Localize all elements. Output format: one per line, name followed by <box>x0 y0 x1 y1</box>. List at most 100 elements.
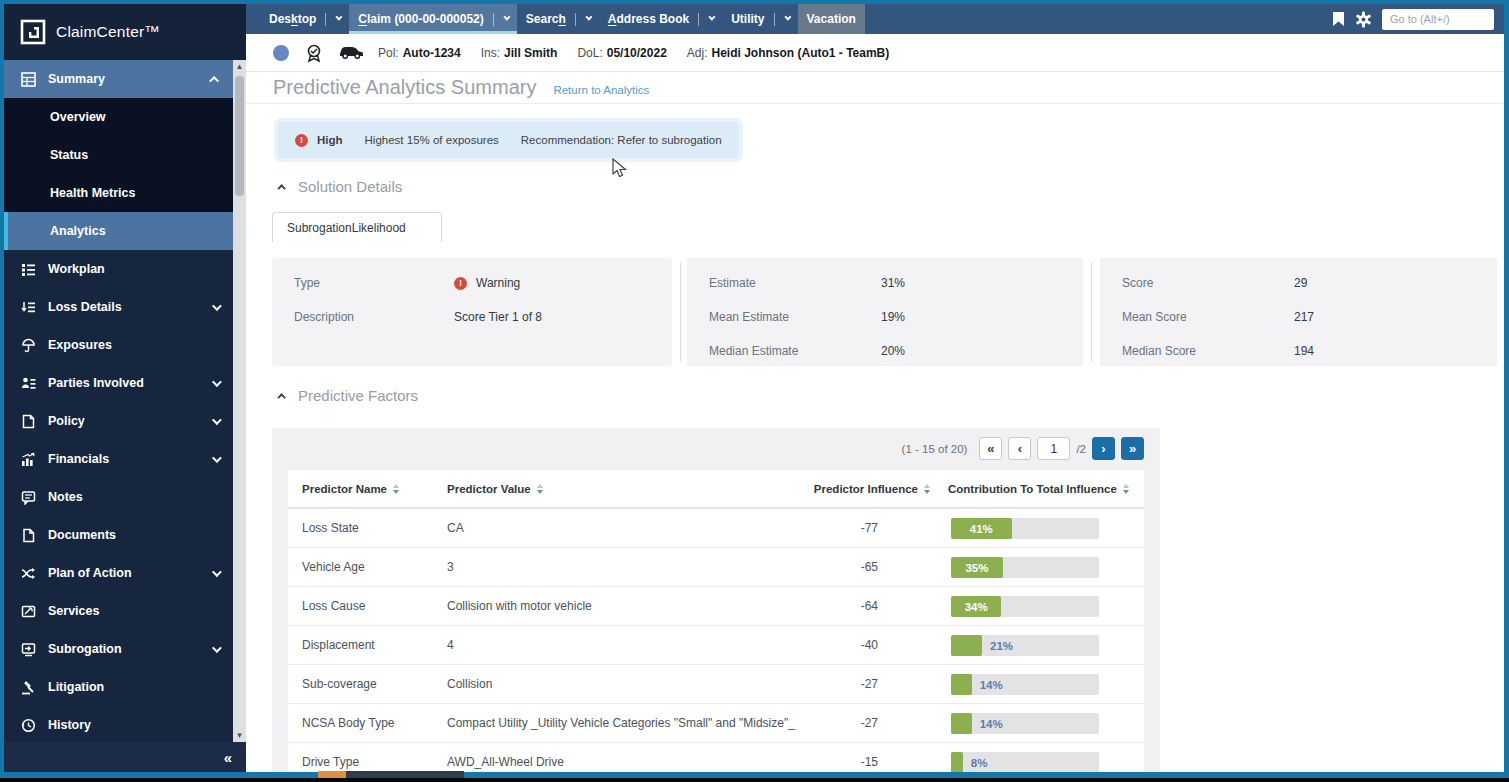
sidebar-item-exposures[interactable]: Exposures <box>4 326 233 364</box>
exposures-icon <box>20 337 36 353</box>
sidebar-item-status[interactable]: Status <box>4 136 233 174</box>
sidebar-item-parties-involved[interactable]: Parties Involved <box>4 364 233 402</box>
table-row[interactable]: Loss StateCA-7741% <box>288 508 1144 547</box>
card-label: Score <box>1122 276 1294 290</box>
first-page-button[interactable]: « <box>979 437 1002 460</box>
sort-icon[interactable] <box>1123 484 1129 494</box>
table-row[interactable]: Displacement4-4021% <box>288 625 1144 664</box>
table-row[interactable]: Drive TypeAWD_All-Wheel Drive-158% <box>288 742 1144 772</box>
contribution-label: 41% <box>951 518 1012 539</box>
previous-page-button[interactable]: ‹ <box>1008 437 1031 460</box>
page-title-bar: Predictive Analytics Summary Return to A… <box>246 72 1504 104</box>
score-card: Score 29 Mean Score 217 Median Score 194 <box>1100 258 1497 366</box>
app-title: ClaimCenter™ <box>56 23 160 41</box>
sort-icon[interactable] <box>393 484 399 494</box>
tab-desktop[interactable]: Desktop <box>260 4 349 34</box>
sidebar-collapse-bar[interactable]: « <box>4 742 246 772</box>
card-value: !Warning <box>454 276 520 290</box>
contribution-label: 8% <box>971 752 988 772</box>
loss-details-icon <box>20 299 36 315</box>
card-divider <box>1091 262 1092 362</box>
gear-icon[interactable] <box>1355 11 1372 28</box>
tab-address-book[interactable]: Address Book <box>599 4 722 34</box>
claim-seal-icon <box>304 43 324 63</box>
sidebar-item-services[interactable]: Services <box>4 592 233 630</box>
solution-details-header[interactable]: Solution Details <box>280 178 402 195</box>
scrollbar-up-arrow[interactable]: ▲ <box>233 60 246 73</box>
sidebar-item-overview[interactable]: Overview <box>4 98 233 136</box>
card-label: Median Estimate <box>709 344 881 358</box>
sidebar-scrollbar[interactable]: ▲ ▼ <box>233 60 246 742</box>
card-label: Mean Estimate <box>709 310 881 324</box>
policy-field: Pol:Auto-1234 <box>378 46 461 60</box>
chevron-down-icon[interactable] <box>585 13 592 20</box>
section-title: Predictive Factors <box>298 387 418 404</box>
cell-predictor-name: Vehicle Age <box>302 548 365 586</box>
sidebar-item-financials[interactable]: Financials <box>4 440 233 478</box>
contribution-bar: 35% <box>951 557 1099 578</box>
contribution-bar: 8% <box>951 752 1099 772</box>
sidebar-item-documents[interactable]: Documents <box>4 516 233 554</box>
sidebar-item-workplan[interactable]: Workplan <box>4 250 233 288</box>
sidebar-item-subrogation[interactable]: Subrogation <box>4 630 233 668</box>
sidebar-item-loss-details[interactable]: Loss Details <box>4 288 233 326</box>
sidebar-item-plan-of-action[interactable]: Plan of Action <box>4 554 233 592</box>
tab-vacation[interactable]: Vacation <box>798 4 865 34</box>
collapse-section-icon[interactable] <box>277 184 285 192</box>
page-total: /2 <box>1076 443 1086 455</box>
chevron-down-icon[interactable] <box>503 13 510 20</box>
column-contribution[interactable]: Contribution To Total Influence <box>948 470 1129 507</box>
sidebar-item-summary[interactable]: Summary <box>4 60 233 98</box>
scrollbar-thumb[interactable] <box>235 76 244 196</box>
warning-icon: ! <box>295 134 308 147</box>
table-row[interactable]: Sub-coverageCollision-2714% <box>288 664 1144 703</box>
return-to-analytics-link[interactable]: Return to Analytics <box>553 84 649 96</box>
sidebar-item-label: Documents <box>48 528 116 542</box>
tab-utility[interactable]: Utility <box>722 4 797 34</box>
contribution-bar: 21% <box>951 635 1099 656</box>
chevron-down-icon[interactable] <box>784 13 791 20</box>
sidebar-item-notes[interactable]: Notes <box>4 478 233 516</box>
column-predictor-value[interactable]: Predictor Value <box>447 470 543 507</box>
table-row[interactable]: Loss CauseCollision with motor vehicle-6… <box>288 586 1144 625</box>
table-row[interactable]: NCSA Body TypeCompact Utility _Utility V… <box>288 703 1144 742</box>
sidebar-item-history[interactable]: History <box>4 706 233 742</box>
guidewire-logo-icon <box>20 19 46 45</box>
cell-predictor-name: Sub-coverage <box>302 665 377 703</box>
sidebar-item-litigation[interactable]: Litigation <box>4 668 233 706</box>
sort-icon[interactable] <box>537 484 543 494</box>
collapse-section-icon[interactable] <box>277 393 285 401</box>
warning-icon: ! <box>454 277 467 290</box>
main-area: Desktop Claim (000-00-000052) Search Add… <box>246 4 1504 772</box>
table-row[interactable]: Vehicle Age3-6535% <box>288 547 1144 586</box>
sidebar-item-label: History <box>48 718 91 732</box>
contribution-bar-fill <box>951 713 972 734</box>
tab-claim[interactable]: Claim (000-00-000052) <box>349 4 516 34</box>
page-number-input[interactable] <box>1037 437 1070 460</box>
chevron-down-icon <box>212 301 222 311</box>
column-predictor-influence[interactable]: Predictor Influence <box>728 470 930 507</box>
history-icon <box>20 717 36 733</box>
scrollbar-down-arrow[interactable]: ▼ <box>233 729 246 742</box>
sidebar-item-label: Financials <box>48 452 109 466</box>
tab-subrogation-likelihood[interactable]: SubrogationLikelihood <box>272 212 442 242</box>
sidebar-item-label: Litigation <box>48 680 104 694</box>
sidebar-item-analytics[interactable]: Analytics <box>4 212 233 250</box>
chevron-down-icon <box>212 643 222 653</box>
cell-predictor-influence: -15 <box>728 743 878 772</box>
column-predictor-name[interactable]: Predictor Name <box>302 470 399 507</box>
contribution-bar-fill <box>951 674 972 695</box>
sidebar-item-health-metrics[interactable]: Health Metrics <box>4 174 233 212</box>
predictive-factors-header[interactable]: Predictive Factors <box>280 387 418 404</box>
bookmark-icon[interactable] <box>1332 11 1345 27</box>
goto-input[interactable] <box>1382 9 1494 30</box>
chevron-down-icon[interactable] <box>709 13 716 20</box>
claimcenter-window: ClaimCenter™ Summary Overview Status Hea… <box>4 4 1504 772</box>
chevron-down-icon[interactable] <box>336 13 343 20</box>
next-page-button[interactable]: › <box>1092 437 1115 460</box>
last-page-button[interactable]: » <box>1121 437 1144 460</box>
collapse-sidebar-icon[interactable]: « <box>224 749 232 766</box>
sidebar-item-policy[interactable]: Policy <box>4 402 233 440</box>
tab-search[interactable]: Search <box>517 4 599 34</box>
sort-icon[interactable] <box>924 484 930 494</box>
